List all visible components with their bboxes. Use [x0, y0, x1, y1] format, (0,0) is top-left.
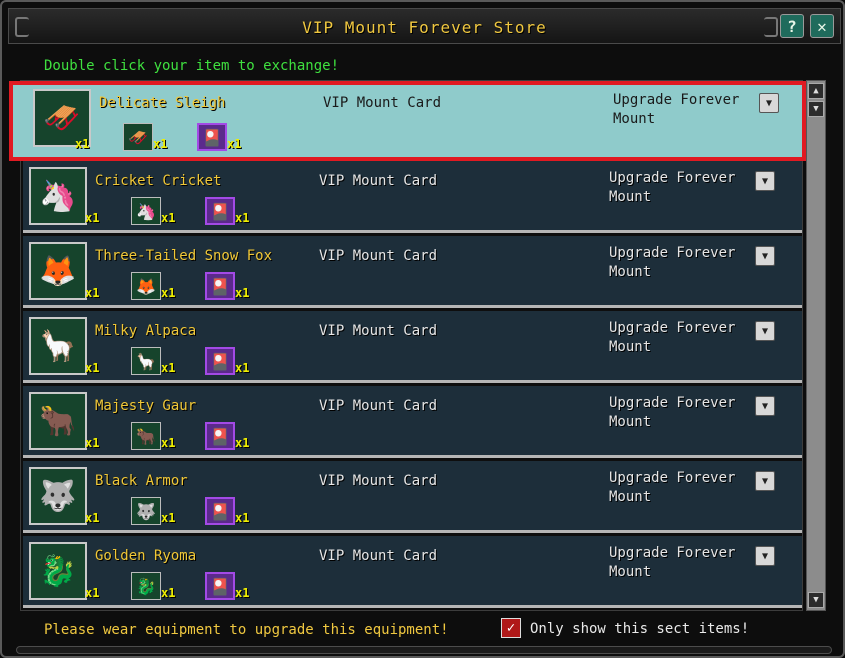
card-quantity: x1 — [235, 511, 250, 525]
dropdown-arrow-icon[interactable]: ▼ — [755, 246, 775, 266]
dropdown-arrow-icon[interactable]: ▼ — [759, 93, 779, 113]
required-card-label: VIP Mount Card — [319, 248, 438, 264]
vip-card-icon: 🎴 — [205, 197, 235, 225]
upgrade-label: Upgrade Forever Mount — [609, 170, 736, 205]
dropdown-arrow-icon[interactable]: ▼ — [755, 396, 775, 416]
card-quantity: x1 — [235, 211, 250, 225]
mount-thumbnail-icon: 🐉 — [29, 542, 87, 600]
mount-thumbnail-icon: 🦊 — [29, 242, 87, 300]
mount-quantity: x1 — [75, 137, 90, 151]
mount-thumbnail-icon: 🐺 — [29, 467, 87, 525]
mount-small-icon: 🐺 — [131, 497, 161, 525]
mount-small-icon: 🐂 — [131, 422, 161, 450]
warning-text: Please wear equipment to upgrade this eq… — [44, 622, 449, 638]
small-quantity: x1 — [161, 511, 176, 525]
vip-card-icon: 🎴 — [205, 422, 235, 450]
item-name: Three-Tailed Snow Fox — [95, 248, 273, 264]
dropdown-arrow-icon[interactable]: ▼ — [755, 546, 775, 566]
vip-card-icon: 🎴 — [205, 572, 235, 600]
mount-quantity: x1 — [85, 361, 100, 375]
scroll-down-icon[interactable]: ▼ — [808, 592, 824, 608]
instruction-text: Double click your item to exchange! — [44, 58, 340, 74]
upgrade-label: Upgrade Forever Mount — [609, 320, 736, 355]
vip-card-icon: 🎴 — [205, 272, 235, 300]
mount-quantity: x1 — [85, 511, 100, 525]
list-item[interactable]: 🐉 x1 Golden Ryoma 🐉 x1 🎴 x1 VIP Mount Ca… — [23, 536, 802, 608]
card-quantity: x1 — [227, 137, 242, 151]
mount-small-icon: 🦙 — [131, 347, 161, 375]
required-card-label: VIP Mount Card — [319, 323, 438, 339]
close-button[interactable]: ✕ — [810, 14, 834, 38]
card-quantity: x1 — [235, 436, 250, 450]
list-scrollbar[interactable]: ▲ ▼ ▼ — [806, 80, 826, 611]
small-quantity: x1 — [161, 286, 176, 300]
list-item[interactable]: 🐺 x1 Black Armor 🐺 x1 🎴 x1 VIP Mount Car… — [23, 461, 802, 533]
scroll-down-small-icon[interactable]: ▼ — [808, 101, 824, 117]
vip-card-icon: 🎴 — [205, 497, 235, 525]
required-card-label: VIP Mount Card — [319, 398, 438, 414]
dropdown-arrow-icon[interactable]: ▼ — [755, 321, 775, 341]
mount-small-icon: 🦄 — [131, 197, 161, 225]
small-quantity: x1 — [161, 586, 176, 600]
dropdown-arrow-icon[interactable]: ▼ — [755, 471, 775, 491]
required-card-label: VIP Mount Card — [319, 173, 438, 189]
upgrade-label: Upgrade Forever Mount — [613, 92, 740, 127]
list-item[interactable]: 🦙 x1 Milky Alpaca 🦙 x1 🎴 x1 VIP Mount Ca… — [23, 311, 802, 383]
mount-thumbnail-icon: 🦄 — [29, 167, 87, 225]
sect-filter-label[interactable]: Only show this sect items! — [530, 621, 749, 637]
upgrade-label: Upgrade Forever Mount — [609, 470, 736, 505]
list-item[interactable]: 🦄 x1 Cricket Cricket 🦄 x1 🎴 x1 VIP Mount… — [23, 161, 802, 233]
dropdown-arrow-icon[interactable]: ▼ — [755, 171, 775, 191]
bottom-frame-bar — [16, 646, 832, 654]
card-quantity: x1 — [235, 361, 250, 375]
help-button[interactable]: ? — [780, 14, 804, 38]
mount-quantity: x1 — [85, 436, 100, 450]
list-item[interactable]: 🐂 x1 Majesty Gaur 🐂 x1 🎴 x1 VIP Mount Ca… — [23, 386, 802, 458]
vip-card-icon: 🎴 — [205, 347, 235, 375]
mount-quantity: x1 — [85, 586, 100, 600]
list-item[interactable]: 🦊 x1 Three-Tailed Snow Fox 🦊 x1 🎴 x1 VIP… — [23, 236, 802, 308]
upgrade-label: Upgrade Forever Mount — [609, 395, 736, 430]
mount-thumbnail-icon: 🐂 — [29, 392, 87, 450]
card-quantity: x1 — [235, 586, 250, 600]
item-name: Delicate Sleigh — [99, 95, 226, 111]
item-name: Black Armor — [95, 473, 188, 489]
vip-card-icon: 🎴 — [197, 123, 227, 151]
title-bar[interactable]: VIP Mount Forever Store ? ✕ — [8, 8, 841, 44]
upgrade-label: Upgrade Forever Mount — [609, 545, 736, 580]
sect-filter-checkbox[interactable]: ✓ — [501, 618, 521, 638]
required-card-label: VIP Mount Card — [323, 95, 442, 111]
item-name: Milky Alpaca — [95, 323, 197, 339]
upgrade-label: Upgrade Forever Mount — [609, 245, 736, 280]
scroll-up-icon[interactable]: ▲ — [808, 83, 824, 99]
card-quantity: x1 — [235, 286, 250, 300]
required-card-label: VIP Mount Card — [319, 548, 438, 564]
mount-quantity: x1 — [85, 211, 100, 225]
item-name: Cricket Cricket — [95, 173, 222, 189]
mount-thumbnail-icon: 🦙 — [29, 317, 87, 375]
store-window: VIP Mount Forever Store ? ✕ Double click… — [0, 0, 845, 658]
mount-small-icon: 🦊 — [131, 272, 161, 300]
item-name: Golden Ryoma — [95, 548, 197, 564]
mount-small-icon: 🐉 — [131, 572, 161, 600]
item-list: 🛷 x1 Delicate Sleigh 🛷 x1 🎴 x1 VIP Mount… — [9, 80, 806, 611]
window-title: VIP Mount Forever Store — [302, 18, 547, 37]
title-ornament-right — [764, 17, 778, 37]
small-quantity: x1 — [161, 211, 176, 225]
item-name: Majesty Gaur — [95, 398, 197, 414]
mount-small-icon: 🛷 — [123, 123, 153, 151]
required-card-label: VIP Mount Card — [319, 473, 438, 489]
mount-quantity: x1 — [85, 286, 100, 300]
list-item-selected[interactable]: 🛷 x1 Delicate Sleigh 🛷 x1 🎴 x1 VIP Mount… — [9, 81, 806, 161]
small-quantity: x1 — [161, 436, 176, 450]
small-quantity: x1 — [161, 361, 176, 375]
small-quantity: x1 — [153, 137, 168, 151]
